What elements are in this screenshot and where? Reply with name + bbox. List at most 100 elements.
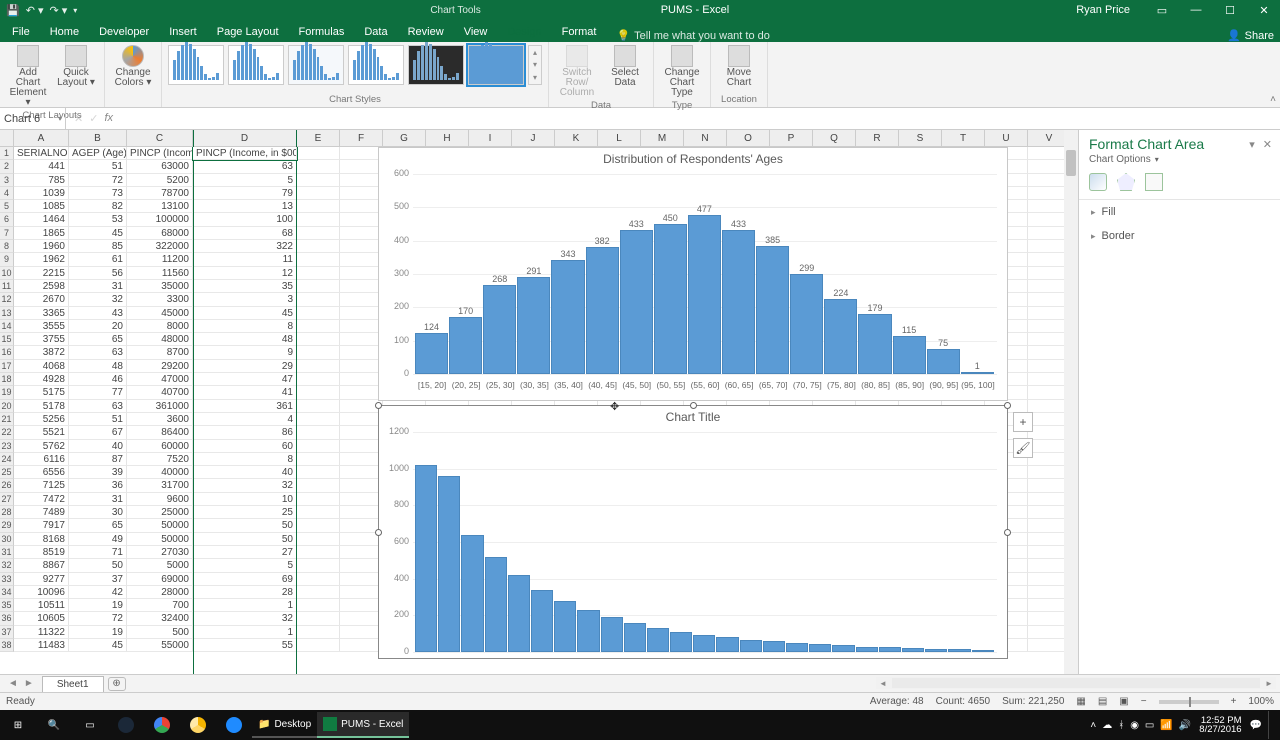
- cell[interactable]: 11200: [127, 253, 193, 266]
- cell[interactable]: [340, 373, 383, 386]
- sheet-tab[interactable]: Sheet1: [42, 676, 104, 692]
- resize-handle[interactable]: [1004, 402, 1011, 409]
- chart-title[interactable]: Chart Title: [379, 406, 1007, 428]
- row-header[interactable]: 23: [0, 440, 14, 453]
- row-header[interactable]: 37: [0, 626, 14, 639]
- cell[interactable]: [340, 320, 383, 333]
- chart-bar[interactable]: 299: [790, 274, 823, 374]
- view-page-break-icon[interactable]: ▣: [1119, 696, 1128, 707]
- cell[interactable]: 6556: [14, 466, 69, 479]
- cell[interactable]: 441: [14, 160, 69, 173]
- cell[interactable]: [340, 293, 383, 306]
- row-header[interactable]: 28: [0, 506, 14, 519]
- name-box[interactable]: Chart 6: [0, 108, 66, 129]
- cell[interactable]: [340, 493, 383, 506]
- cell[interactable]: [340, 612, 383, 625]
- cell[interactable]: 32: [193, 479, 297, 492]
- zoom-in-icon[interactable]: +: [1231, 696, 1237, 707]
- cell[interactable]: 60: [193, 440, 297, 453]
- cell[interactable]: 322000: [127, 240, 193, 253]
- resize-handle[interactable]: [375, 529, 382, 536]
- cell[interactable]: 11: [193, 253, 297, 266]
- cell[interactable]: 61: [69, 253, 127, 266]
- cell[interactable]: 4068: [14, 360, 69, 373]
- cell[interactable]: 8168: [14, 533, 69, 546]
- row-header[interactable]: 17: [0, 360, 14, 373]
- tab-review[interactable]: Review: [398, 22, 454, 42]
- cell[interactable]: 31: [69, 493, 127, 506]
- cell[interactable]: 37: [69, 573, 127, 586]
- row-header[interactable]: 12: [0, 293, 14, 306]
- resize-handle[interactable]: [690, 402, 697, 409]
- cell[interactable]: 68: [193, 227, 297, 240]
- column-header[interactable]: G: [383, 130, 426, 146]
- cell[interactable]: [297, 227, 340, 240]
- qat-custom-icon[interactable]: ▾: [73, 6, 77, 15]
- cell[interactable]: 3365: [14, 307, 69, 320]
- cell[interactable]: 27: [193, 546, 297, 559]
- resize-handle[interactable]: [1004, 529, 1011, 536]
- effects-icon[interactable]: [1117, 173, 1135, 191]
- view-normal-icon[interactable]: ▦: [1076, 696, 1085, 707]
- chart-bar[interactable]: [716, 637, 738, 652]
- cell[interactable]: 29200: [127, 360, 193, 373]
- enter-icon[interactable]: ✓: [89, 112, 98, 125]
- cell[interactable]: 85: [69, 240, 127, 253]
- cell[interactable]: [340, 267, 383, 280]
- cell[interactable]: 47000: [127, 373, 193, 386]
- chart-bar[interactable]: 224: [824, 299, 857, 374]
- move-chart-button[interactable]: Move Chart: [717, 45, 761, 88]
- cell[interactable]: [297, 307, 340, 320]
- cell[interactable]: 30: [69, 506, 127, 519]
- row-header[interactable]: 32: [0, 559, 14, 572]
- row-header[interactable]: 9: [0, 253, 14, 266]
- tab-formulas[interactable]: Formulas: [289, 22, 355, 42]
- cell[interactable]: 79: [193, 187, 297, 200]
- cell[interactable]: [297, 639, 340, 652]
- tab-scroll-left-icon[interactable]: ◄: [8, 678, 18, 689]
- cell[interactable]: 100: [193, 213, 297, 226]
- column-header[interactable]: I: [469, 130, 512, 146]
- cell[interactable]: 7472: [14, 493, 69, 506]
- cell[interactable]: [297, 253, 340, 266]
- cell[interactable]: 63: [69, 400, 127, 413]
- cell[interactable]: 11560: [127, 267, 193, 280]
- cell[interactable]: [297, 267, 340, 280]
- cell[interactable]: [297, 400, 340, 413]
- cell[interactable]: [340, 280, 383, 293]
- chart-bar[interactable]: [554, 601, 576, 652]
- row-header[interactable]: 20: [0, 400, 14, 413]
- cell[interactable]: [297, 413, 340, 426]
- cell[interactable]: [340, 453, 383, 466]
- column-header[interactable]: S: [899, 130, 942, 146]
- cell[interactable]: 86400: [127, 426, 193, 439]
- cell[interactable]: SERIALNO: [14, 147, 69, 160]
- pane-dropdown-icon[interactable]: ▾: [1249, 138, 1255, 151]
- chart-elements-button[interactable]: +: [1013, 412, 1033, 432]
- cell[interactable]: 48: [69, 360, 127, 373]
- cell[interactable]: [297, 320, 340, 333]
- chart-bar[interactable]: 477: [688, 215, 721, 374]
- cell[interactable]: 65: [69, 519, 127, 532]
- cell[interactable]: [297, 160, 340, 173]
- cell[interactable]: 45: [69, 639, 127, 652]
- cell[interactable]: 50: [193, 533, 297, 546]
- chart-bar[interactable]: [856, 647, 878, 653]
- cell[interactable]: 5000: [127, 559, 193, 572]
- cell[interactable]: [340, 586, 383, 599]
- cell[interactable]: 11322: [14, 626, 69, 639]
- row-header[interactable]: 1: [0, 147, 14, 160]
- cell[interactable]: 8700: [127, 346, 193, 359]
- column-header[interactable]: F: [340, 130, 383, 146]
- cell[interactable]: 55000: [127, 639, 193, 652]
- cell[interactable]: 68000: [127, 227, 193, 240]
- cell[interactable]: [340, 174, 383, 187]
- chart-bar[interactable]: [415, 465, 437, 652]
- cell[interactable]: 78700: [127, 187, 193, 200]
- cell[interactable]: [297, 360, 340, 373]
- row-header[interactable]: 22: [0, 426, 14, 439]
- cell[interactable]: 5: [193, 559, 297, 572]
- cell[interactable]: 51: [69, 413, 127, 426]
- tab-page-layout[interactable]: Page Layout: [207, 22, 289, 42]
- cell[interactable]: [297, 599, 340, 612]
